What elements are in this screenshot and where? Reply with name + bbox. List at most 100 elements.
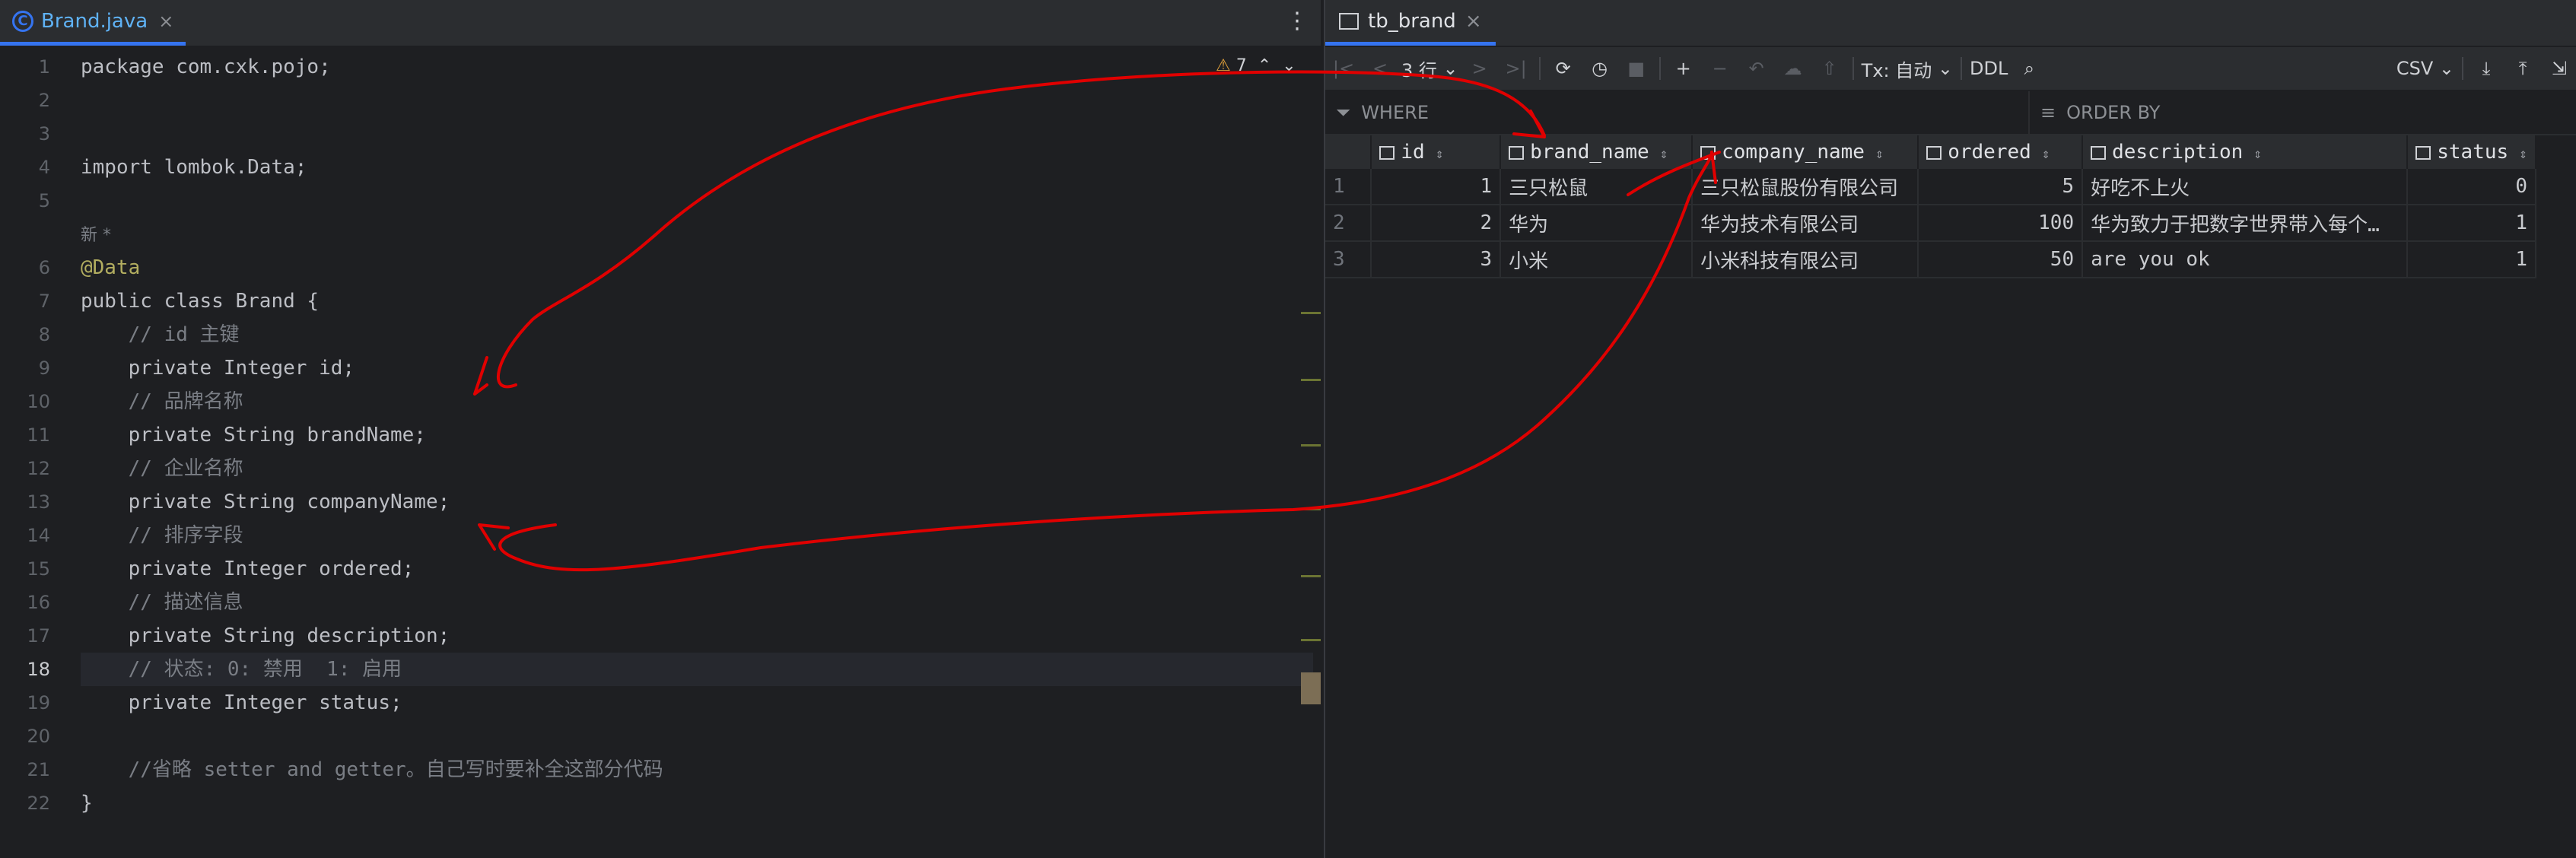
warning-marker[interactable] [1301,575,1321,577]
warning-marker[interactable] [1301,312,1321,314]
last-page-icon[interactable]: >| [1498,47,1534,90]
tab-brand-java[interactable]: C Brand.java × [0,0,186,46]
history-icon[interactable]: ◷ [1582,47,1618,90]
code-line[interactable] [81,720,1313,753]
line-number: 1 [38,56,50,78]
where-input[interactable]: WHERE [1361,102,1429,123]
refresh-icon[interactable]: ⟳ [1545,47,1582,90]
cell-company-name[interactable]: 小米科技有限公司 [1692,241,1919,278]
line-number: 22 [27,793,50,814]
sort-icon[interactable]: ⇕ [2519,146,2527,162]
order-by-filter[interactable]: ≡ ORDER BY [2028,91,2160,134]
cell-id[interactable]: 2 [1371,205,1502,242]
code-area[interactable]: package com.cxk.pojo; import lombok.Data… [81,50,1313,820]
column-icon [1926,146,1942,160]
rows-count-dropdown[interactable]: 3 行 ⌄ [1398,47,1461,90]
cell-description[interactable]: 华为致力于把数字世界带入每个… [2082,205,2409,242]
stop-icon[interactable]: ■ [1618,47,1655,90]
column-header-ordered[interactable]: ordered ⇕ [1918,135,2084,169]
sort-icon[interactable]: ⇕ [1875,146,1884,162]
code-line[interactable]: private Integer ordered; [81,552,1313,586]
close-icon[interactable]: × [158,11,173,32]
line-number: 2 [38,90,50,111]
code-line[interactable]: // 排序字段 [81,519,1313,552]
cell-description[interactable]: 好吃不上火 [2082,169,2409,205]
cell-ordered[interactable]: 50 [1918,241,2084,278]
code-line[interactable]: // id 主键 [81,318,1313,351]
cell-ordered[interactable]: 100 [1918,205,2084,242]
scrollbar-thumb[interactable] [1301,672,1321,704]
code-line[interactable]: private Integer status; [81,686,1313,720]
table-row[interactable]: 2 2 华为 华为技术有限公司 100 华为致力于把数字世界带入每个… 1 [1325,205,2536,242]
add-row-icon[interactable]: + [1665,47,1702,90]
where-filter[interactable]: ⏷ WHERE [1336,102,1429,123]
ddl-button[interactable]: DDL [1967,47,2011,90]
cell-brand-name[interactable]: 小米 [1500,241,1693,278]
download-icon[interactable]: ⤓ [2468,47,2504,90]
table-row[interactable]: 1 1 三只松鼠 三只松鼠股份有限公司 5 好吃不上火 0 [1325,169,2536,205]
table-row[interactable]: 3 3 小米 小米科技有限公司 50 are you ok 1 [1325,241,2536,278]
transpose-icon[interactable]: ⇲ [2541,47,2576,90]
column-header-id[interactable]: id ⇕ [1371,135,1502,169]
warning-marker[interactable] [1301,444,1321,446]
code-line[interactable]: private String description; [81,619,1313,653]
code-line[interactable]: private String companyName; [81,485,1313,519]
cell-id[interactable]: 3 [1371,241,1502,278]
code-line[interactable] [81,84,1313,117]
cell-status[interactable]: 0 [2407,169,2536,205]
code-line[interactable]: import lombok.Data; [81,151,1313,184]
submit-icon[interactable]: ⇧ [1811,47,1848,90]
code-line[interactable]: public class Brand { [81,284,1313,318]
cell-company-name[interactable]: 华为技术有限公司 [1692,205,1919,242]
code-line[interactable]: package com.cxk.pojo; [81,50,1313,84]
error-stripe[interactable] [1301,0,1321,858]
next-page-icon[interactable]: > [1461,47,1498,90]
code-line[interactable] [81,184,1313,218]
tab-tb-brand[interactable]: tb_brand × [1325,0,1496,46]
code-line[interactable]: @Data [81,251,1313,284]
warning-marker[interactable] [1301,508,1321,510]
inlay-hint-line: 新 * [81,218,1313,251]
cell-description[interactable]: are you ok [2082,241,2409,278]
cell-brand-name[interactable]: 三只松鼠 [1500,169,1693,205]
column-name: description [2112,141,2244,164]
cell-id[interactable]: 1 [1371,169,1502,205]
code-line[interactable] [81,117,1313,151]
order-by-input[interactable]: ORDER BY [2066,102,2160,123]
cell-brand-name[interactable]: 华为 [1500,205,1693,242]
code-line[interactable]: //省略 setter and getter。自己写时要补全这部分代码 [81,753,1313,786]
column-icon [2415,146,2431,160]
code-line[interactable]: } [81,786,1313,820]
upload-icon[interactable]: ⤒ [2504,47,2541,90]
column-header-description[interactable]: description ⇕ [2082,135,2409,169]
code-line[interactable]: // 品牌名称 [81,385,1313,418]
code-line[interactable]: private Integer id; [81,351,1313,385]
preview-icon[interactable]: ☁ [1775,47,1811,90]
search-icon[interactable]: ⌕ [2011,47,2047,90]
sort-icon[interactable]: ⇕ [2042,146,2050,162]
cell-status[interactable]: 1 [2407,205,2536,242]
previous-page-icon[interactable]: < [1362,47,1398,90]
column-header-status[interactable]: status ⇕ [2407,135,2536,169]
cell-company-name[interactable]: 三只松鼠股份有限公司 [1692,169,1919,205]
column-header-brand-name[interactable]: brand_name ⇕ [1500,135,1693,169]
sort-icon[interactable]: ⇕ [1436,146,1444,162]
row-number-header [1325,135,1372,169]
first-page-icon[interactable]: |< [1325,47,1362,90]
warning-marker[interactable] [1301,639,1321,641]
code-line[interactable]: // 描述信息 [81,586,1313,619]
remove-row-icon[interactable]: − [1702,47,1738,90]
sort-icon[interactable]: ⇕ [1660,146,1668,162]
cell-ordered[interactable]: 5 [1918,169,2084,205]
revert-icon[interactable]: ↶ [1738,47,1775,90]
column-header-company-name[interactable]: company_name ⇕ [1692,135,1919,169]
warning-marker[interactable] [1301,379,1321,381]
close-icon[interactable]: × [1465,10,1482,33]
cell-status[interactable]: 1 [2407,241,2536,278]
code-line[interactable]: private String brandName; [81,418,1313,452]
code-line[interactable]: // 企业名称 [81,452,1313,485]
sort-icon[interactable]: ⇕ [2253,146,2262,162]
export-format-dropdown[interactable]: CSV ⌄ [2393,47,2457,90]
transaction-mode-dropdown[interactable]: Tx: 自动 ⌄ [1859,47,1956,90]
code-line-current[interactable]: // 状态: 0: 禁用 1: 启用 [81,653,1313,686]
